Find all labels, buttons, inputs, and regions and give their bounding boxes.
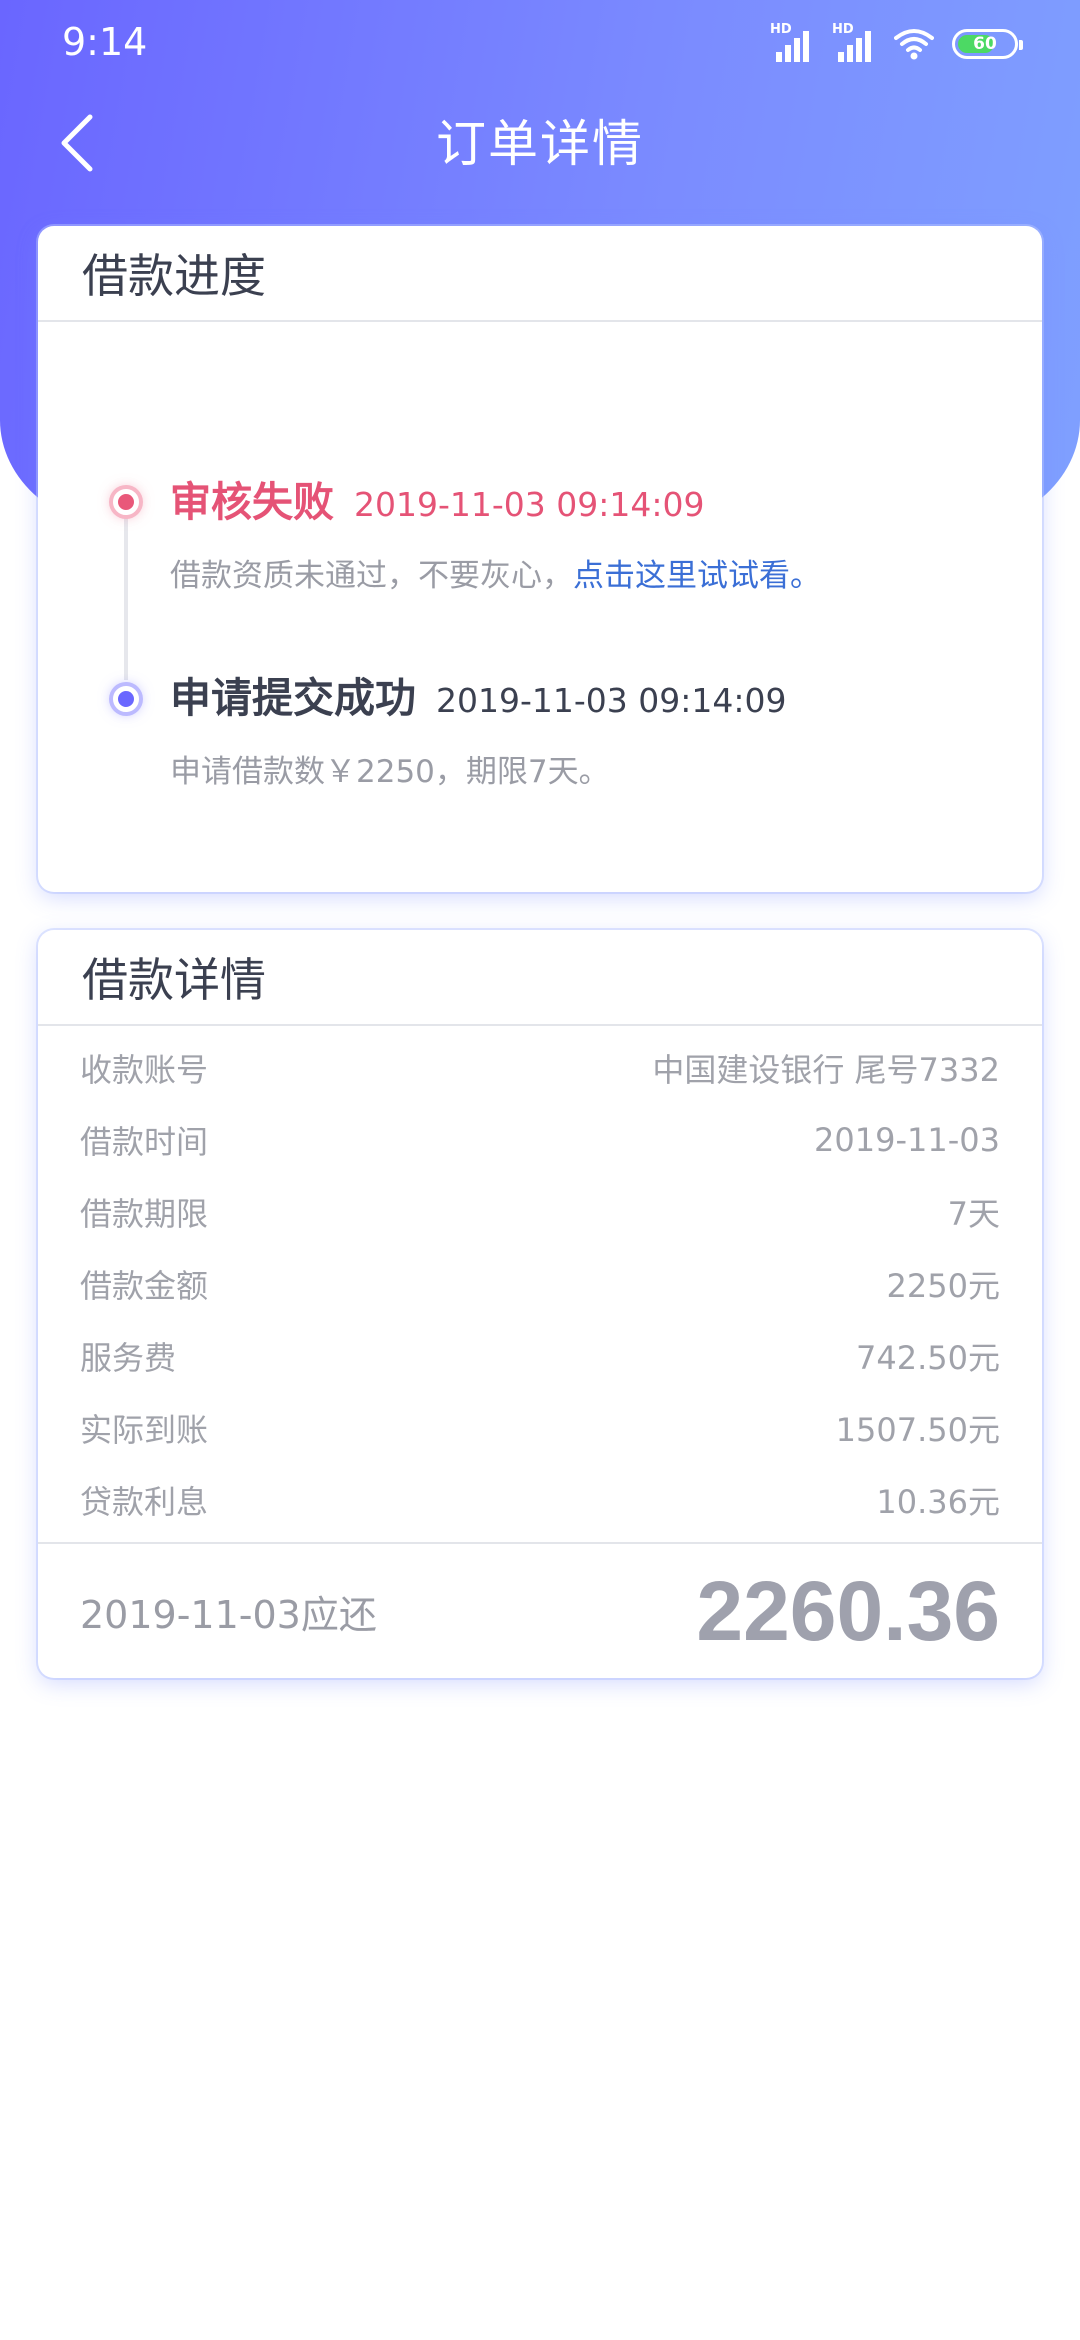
timeline-description: 借款资质未通过，不要灰心，点击这里试试看。 <box>170 550 821 595</box>
repayment-due-label: 2019-11-03应还 <box>80 1592 377 1637</box>
repayment-total: 2019-11-03应还 2260.36 <box>38 1542 1042 1678</box>
timeline-status: 申请提交成功 <box>170 674 416 722</box>
row-value: 10.36元 <box>876 1483 1000 1521</box>
status-bar: 9:14 HD HD 60 <box>0 0 1080 90</box>
row-value: 7天 <box>947 1195 1000 1233</box>
timeline-submit-dot <box>113 686 139 712</box>
status-icons: HD HD 60 <box>770 22 1023 64</box>
row-value: 中国建设银行 尾号7332 <box>652 1051 1000 1089</box>
detail-row-actual-received: 实际到账 1507.50元 <box>38 1392 1042 1464</box>
detail-row-interest: 贷款利息 10.36元 <box>38 1464 1042 1536</box>
row-label: 服务费 <box>80 1339 177 1377</box>
row-value: 2250元 <box>886 1267 1000 1305</box>
page-title: 订单详情 <box>436 115 644 173</box>
battery-icon: 60 <box>952 29 1023 59</box>
row-label: 借款期限 <box>80 1195 209 1233</box>
row-label: 贷款利息 <box>80 1483 209 1521</box>
retry-link[interactable]: 点击这里试试看。 <box>573 558 821 594</box>
detail-rows: 收款账号 中国建设银行 尾号7332 借款时间 2019-11-03 借款期限 … <box>38 1026 1042 1536</box>
row-label: 实际到账 <box>80 1411 209 1449</box>
signal-icon: HD <box>770 22 814 62</box>
detail-row-account: 收款账号 中国建设银行 尾号7332 <box>38 1032 1042 1104</box>
status-time: 9:14 <box>62 20 148 64</box>
row-label: 借款时间 <box>80 1123 209 1161</box>
loan-progress-card: 借款进度 审核失败 2019-11-03 09:14:09 借款资质未通过，不要… <box>38 226 1042 892</box>
loan-detail-card: 借款详情 收款账号 中国建设银行 尾号7332 借款时间 2019-11-03 … <box>38 930 1042 1678</box>
row-label: 借款金额 <box>80 1267 209 1305</box>
row-value: 1507.50元 <box>835 1411 1000 1449</box>
signal-icon: HD <box>832 22 876 62</box>
order-detail-page: 9:14 HD HD 60 订单详情 借款进度 审核失败 2019-11-03 … <box>0 0 1080 2340</box>
timeline-fail-dot <box>113 489 139 515</box>
timeline-status: 审核失败 <box>170 478 334 526</box>
timeline-item-review-failed: 审核失败 2019-11-03 09:14:09 <box>170 468 704 528</box>
detail-row-service-fee: 服务费 742.50元 <box>38 1320 1042 1392</box>
detail-row-loan-term: 借款期限 7天 <box>38 1176 1042 1248</box>
repayment-amount: 2260.36 <box>696 1563 1000 1658</box>
timeline-item-submitted: 申请提交成功 2019-11-03 09:14:09 <box>170 664 786 724</box>
timeline-connector <box>124 502 128 680</box>
battery-level: 60 <box>973 34 997 54</box>
progress-card-title: 借款进度 <box>38 226 1042 322</box>
timeline-desc-text: 借款资质未通过，不要灰心， <box>170 558 573 594</box>
row-value: 2019-11-03 <box>814 1121 1000 1159</box>
detail-row-loan-amount: 借款金额 2250元 <box>38 1248 1042 1320</box>
row-value: 742.50元 <box>856 1339 1000 1377</box>
detail-row-loan-time: 借款时间 2019-11-03 <box>38 1104 1042 1176</box>
row-label: 收款账号 <box>80 1051 209 1089</box>
timeline-time: 2019-11-03 09:14:09 <box>436 681 787 720</box>
wifi-icon <box>894 29 934 60</box>
timeline-time: 2019-11-03 09:14:09 <box>354 485 705 524</box>
detail-card-title: 借款详情 <box>38 930 1042 1026</box>
timeline-description: 申请借款数￥2250，期限7天。 <box>170 754 610 790</box>
